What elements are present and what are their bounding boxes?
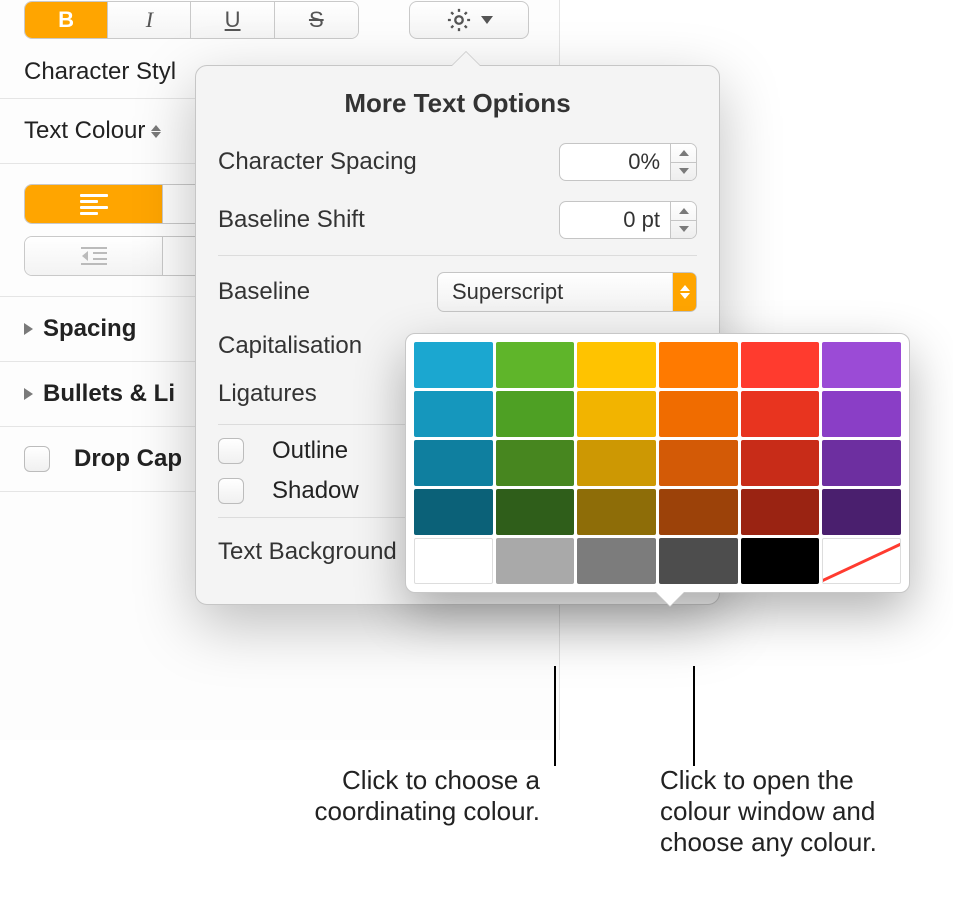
- align-left-icon: [80, 194, 108, 215]
- baseline-value: Superscript: [452, 279, 563, 305]
- colour-swatch-grid: [414, 342, 901, 584]
- colour-swatch[interactable]: [822, 440, 901, 486]
- outline-checkbox[interactable]: [218, 438, 244, 464]
- colour-swatch[interactable]: [741, 391, 820, 437]
- callout-colourwindow: Click to open the colour window and choo…: [660, 765, 920, 858]
- character-spacing-value: 0%: [560, 149, 670, 175]
- colour-swatch[interactable]: [741, 538, 820, 584]
- baseline-label: Baseline: [218, 278, 437, 306]
- colour-swatch[interactable]: [822, 342, 901, 388]
- colour-swatch[interactable]: [741, 440, 820, 486]
- colour-swatch[interactable]: [496, 489, 575, 535]
- gear-icon: [445, 6, 473, 34]
- text-style-row: B I U S: [0, 0, 559, 40]
- colour-swatch[interactable]: [414, 489, 493, 535]
- colour-swatch[interactable]: [577, 489, 656, 535]
- colour-swatch[interactable]: [577, 538, 656, 584]
- popover-title: More Text Options: [196, 66, 719, 133]
- colour-swatch[interactable]: [659, 489, 738, 535]
- decrease-indent-button[interactable]: [25, 237, 163, 275]
- dropcap-checkbox[interactable]: [24, 446, 50, 472]
- baseline-row: Baseline Superscript: [196, 262, 719, 322]
- colour-swatch[interactable]: [414, 342, 493, 388]
- colour-swatch[interactable]: [741, 489, 820, 535]
- bullets-label: Bullets & Li: [43, 380, 175, 408]
- colour-swatch[interactable]: [496, 391, 575, 437]
- baseline-shift-row: Baseline Shift 0 pt: [196, 191, 719, 249]
- disclosure-icon: [24, 323, 33, 335]
- decrease-indent-icon: [79, 244, 109, 268]
- character-spacing-stepper[interactable]: 0%: [559, 143, 697, 181]
- callout-lead-right: [693, 666, 695, 766]
- stepper-buttons[interactable]: [670, 144, 696, 180]
- chevron-updown-icon: [151, 125, 161, 138]
- outline-label: Outline: [272, 437, 348, 465]
- callout-lead-left: [554, 666, 556, 766]
- colour-swatch[interactable]: [414, 538, 493, 584]
- colour-swatch[interactable]: [577, 342, 656, 388]
- baseline-shift-value: 0 pt: [560, 207, 670, 233]
- colour-swatch[interactable]: [659, 440, 738, 486]
- colour-swatch[interactable]: [414, 391, 493, 437]
- shadow-checkbox[interactable]: [218, 478, 244, 504]
- baseline-shift-label: Baseline Shift: [218, 206, 559, 234]
- callout-colourwell: Click to choose a coordinating colour.: [240, 765, 540, 827]
- bold-button[interactable]: B: [25, 2, 108, 38]
- colour-palette-popover: [405, 333, 910, 593]
- colour-swatch[interactable]: [822, 489, 901, 535]
- strikethrough-button[interactable]: S: [275, 2, 358, 38]
- character-spacing-label: Character Spacing: [218, 148, 559, 176]
- colour-swatch[interactable]: [741, 342, 820, 388]
- baseline-select[interactable]: Superscript: [437, 272, 697, 312]
- align-left-button[interactable]: [25, 185, 163, 223]
- dropcap-label: Drop Cap: [74, 445, 182, 473]
- colour-swatch[interactable]: [414, 440, 493, 486]
- colour-swatch[interactable]: [577, 391, 656, 437]
- chevron-updown-icon: [672, 273, 696, 311]
- colour-swatch[interactable]: [822, 538, 901, 584]
- colour-swatch[interactable]: [496, 440, 575, 486]
- underline-button[interactable]: U: [191, 2, 274, 38]
- chevron-down-icon: [481, 16, 493, 24]
- character-spacing-row: Character Spacing 0%: [196, 133, 719, 191]
- shadow-label: Shadow: [272, 477, 359, 505]
- disclosure-icon: [24, 388, 33, 400]
- colour-swatch[interactable]: [659, 391, 738, 437]
- stepper-buttons[interactable]: [670, 202, 696, 238]
- baseline-shift-stepper[interactable]: 0 pt: [559, 201, 697, 239]
- spacing-label: Spacing: [43, 315, 136, 343]
- more-options-button[interactable]: [409, 1, 529, 39]
- colour-swatch[interactable]: [496, 538, 575, 584]
- colour-swatch[interactable]: [822, 391, 901, 437]
- text-style-segment: B I U S: [24, 1, 359, 39]
- text-colour-label: Text Colour: [24, 117, 145, 145]
- colour-swatch[interactable]: [659, 342, 738, 388]
- italic-button[interactable]: I: [108, 2, 191, 38]
- colour-swatch[interactable]: [659, 538, 738, 584]
- colour-swatch[interactable]: [577, 440, 656, 486]
- colour-swatch[interactable]: [496, 342, 575, 388]
